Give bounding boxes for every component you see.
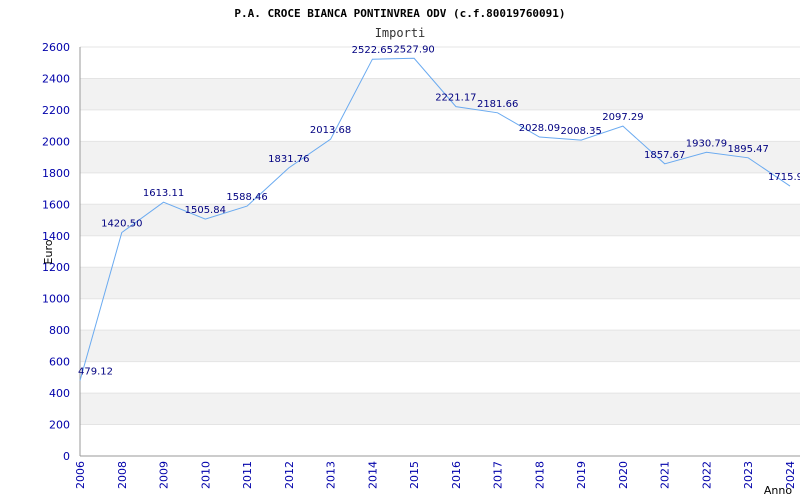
x-tick-label: 2008 [116, 461, 129, 489]
grid-band [80, 393, 800, 425]
y-tick-label: 600 [49, 356, 70, 369]
x-tick-label: 2022 [700, 461, 713, 489]
y-tick-label: 400 [49, 387, 70, 400]
x-axis-title: Anno [764, 484, 792, 497]
y-tick-label: 2200 [42, 104, 70, 117]
data-label: 1857.67 [644, 150, 685, 161]
data-label: 1831.76 [268, 154, 309, 165]
x-tick-label: 2019 [575, 461, 588, 489]
x-tick-label: 2018 [533, 461, 546, 489]
y-tick-label: 200 [49, 419, 70, 432]
data-label: 2097.29 [602, 112, 643, 123]
y-tick-label: 2400 [42, 72, 70, 85]
data-label: 2181.66 [477, 99, 518, 110]
y-axis-title: Euro [42, 239, 55, 264]
data-label: 2008.35 [560, 126, 601, 137]
x-tick-label: 2020 [617, 461, 630, 489]
data-label: 1588.46 [226, 192, 267, 203]
x-tick-label: 2021 [659, 461, 672, 489]
y-tick-label: 2000 [42, 135, 70, 148]
y-tick-label: 2600 [42, 41, 70, 54]
grid-band [80, 330, 800, 362]
x-tick-labels: 2006 2008 2009 2010 2011 2012 2013 2014 2015 2016… [74, 461, 797, 489]
y-tick-label: 1000 [42, 293, 70, 306]
chart-subtitle: Importi [375, 26, 426, 40]
y-tick-label: 800 [49, 324, 70, 337]
data-label: 1505.84 [185, 205, 226, 216]
data-label: 2527.90 [393, 44, 434, 55]
data-label: 2013.68 [310, 125, 351, 136]
x-tick-label: 2015 [408, 461, 421, 489]
x-tick-label: 2023 [742, 461, 755, 489]
data-label: 2028.09 [519, 123, 560, 134]
line-chart: 0200400600800100012001400160018002000220… [42, 7, 800, 497]
y-tick-label: 1800 [42, 167, 70, 180]
x-tick-label: 2013 [325, 461, 338, 489]
x-tick-label: 2009 [158, 461, 171, 489]
grid-bands [80, 78, 800, 425]
x-tick-label: 2014 [366, 461, 379, 489]
grid-band [80, 267, 800, 299]
data-label: 1930.79 [686, 138, 727, 149]
x-tick-label: 2011 [241, 461, 254, 489]
chart-title: P.A. CROCE BIANCA PONTINVREA ODV (c.f.80… [234, 7, 565, 20]
data-label: 1715.9 [768, 172, 800, 183]
x-tick-label: 2016 [450, 461, 463, 489]
data-label: 1420.50 [101, 219, 142, 230]
data-label: 1895.47 [728, 144, 769, 155]
data-label: 1613.11 [143, 188, 184, 199]
data-label: 479.12 [78, 367, 113, 378]
x-tick-label: 2010 [199, 461, 212, 489]
y-tick-label: 1600 [42, 198, 70, 211]
y-tick-label: 0 [63, 450, 70, 463]
data-label: 2221.17 [435, 93, 476, 104]
x-tick-label: 2012 [283, 461, 296, 489]
data-label: 2522.65 [352, 45, 393, 56]
x-tick-label: 2017 [492, 461, 505, 489]
x-tick-label: 2006 [74, 461, 87, 489]
